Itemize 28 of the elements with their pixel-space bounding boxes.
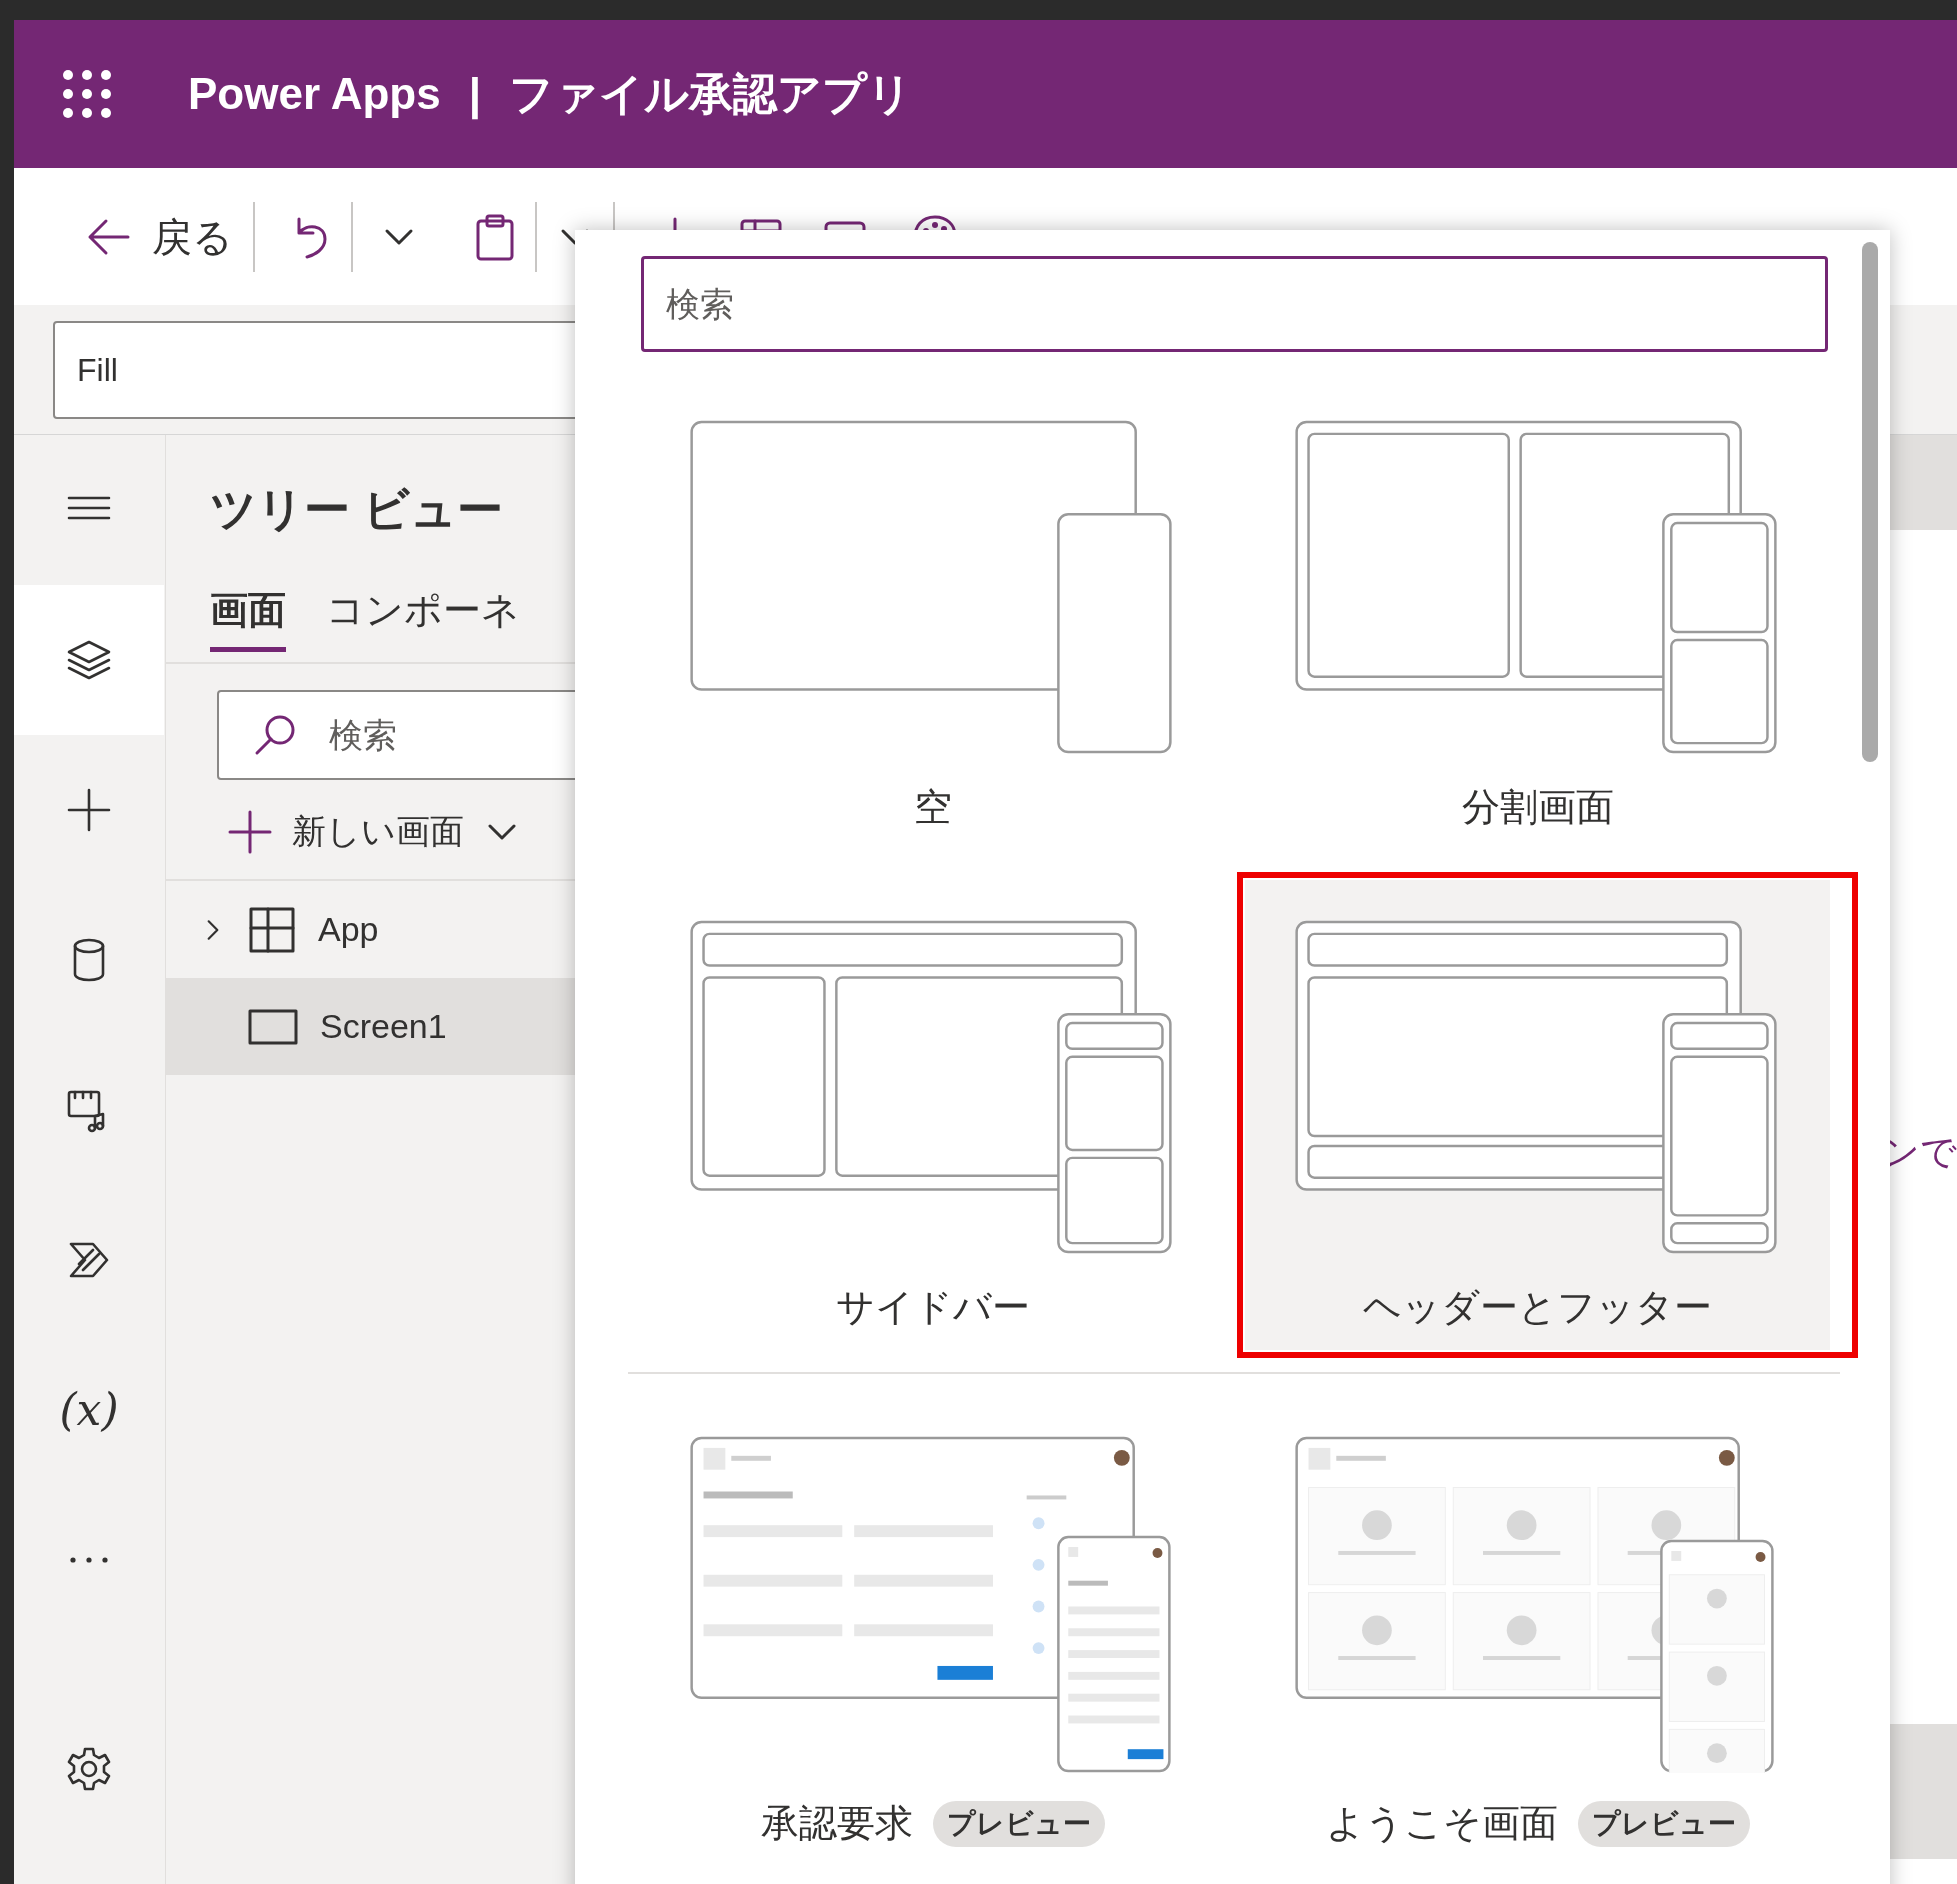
rail-button[interactable] [14,585,164,735]
template-label: 承認要求 [760,1801,913,1846]
preview-badge: プレビュー [1577,1800,1750,1847]
plus-icon [65,786,113,834]
screen-icon [248,1008,298,1045]
title-separator: | [468,68,481,122]
search-icon [253,713,297,757]
template-label: サイドバー [835,1285,1030,1330]
app-icon [248,905,296,954]
clipboard-icon[interactable] [475,212,515,261]
settings-icon [65,1745,113,1793]
preview-badge: プレビュー [932,1800,1105,1847]
template-label: ヘッダーとフッター [1363,1285,1712,1330]
app-launcher-icon[interactable] [62,69,112,119]
search-field[interactable]: 検索 [641,256,1828,352]
template-label: 分割画面 [1461,785,1614,830]
screen-template-option[interactable]: ヘッダーとフッター [1245,880,1830,1350]
plus-icon [228,809,272,854]
rail-button[interactable]: (x) [14,1335,164,1485]
template-label: 空 [913,785,952,830]
tab[interactable]: コンポーネ [326,582,520,652]
back-button[interactable]: 戻る [86,206,233,267]
template-label: ようこそ画面 [1325,1801,1558,1846]
tab[interactable]: 画面 [210,582,286,652]
product-name: Power Apps [188,68,441,120]
panel-title: ツリー ビュー [210,482,504,537]
app-name: ファイル承認アプリ [508,68,912,120]
scrollbar-thumb[interactable] [1862,242,1878,762]
